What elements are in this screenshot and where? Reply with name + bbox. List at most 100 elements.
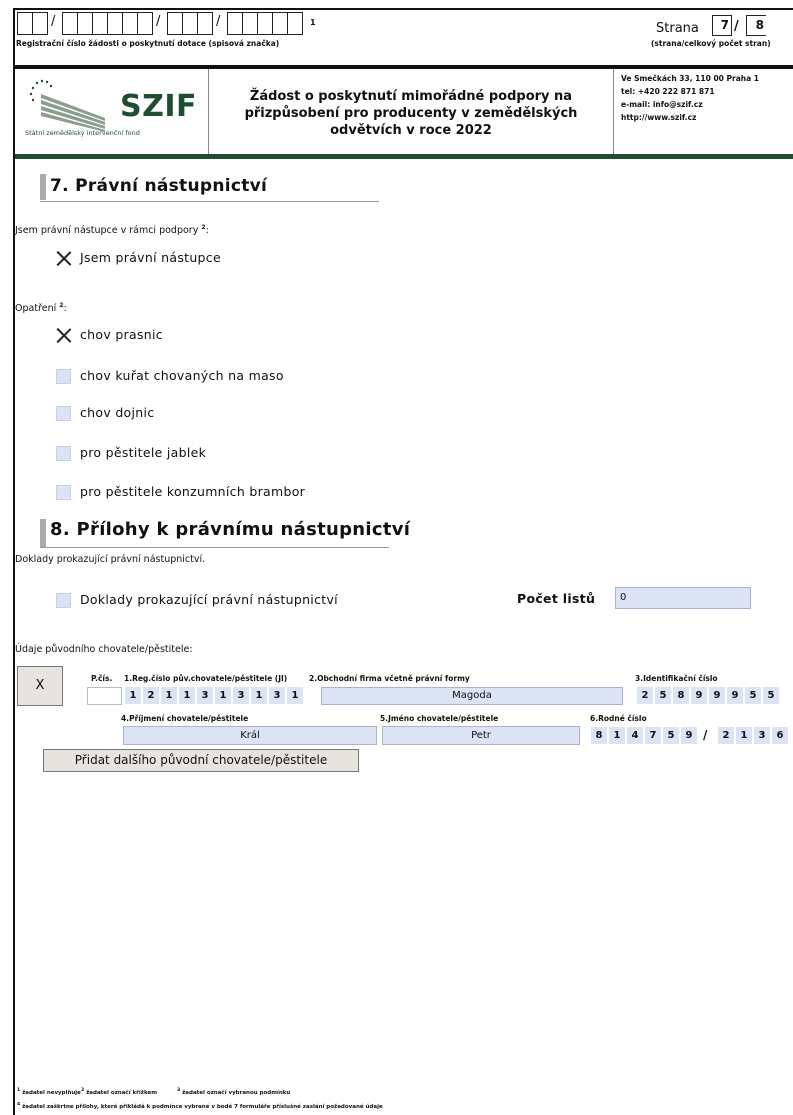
add-holder-button[interactable]: Přidat dalšího původní chovatele/pěstite… (43, 749, 359, 772)
ic-digit[interactable]: 9 (709, 687, 726, 704)
section7-q1-label: Jsem právní nástupce v rámci podpory 2: (15, 224, 209, 236)
reg-separator: / (156, 14, 161, 29)
reg-box[interactable] (242, 12, 258, 35)
checkbox-legal-successor[interactable] (56, 251, 71, 266)
contact-web[interactable]: http://www.szif.cz (621, 111, 759, 124)
footnote-3: 3 žadatel označí vybranou podmínku (177, 1088, 290, 1096)
reg-digit[interactable]: 3 (269, 687, 286, 704)
section7-bar (40, 174, 46, 200)
reg-box[interactable] (287, 12, 303, 35)
contact-tel: tel: +420 222 871 871 (621, 87, 715, 96)
reg-box[interactable] (197, 12, 213, 35)
ic-digit[interactable]: 2 (637, 687, 654, 704)
form-title-line: Žádost o poskytnutí mimořádné podpory na (249, 89, 573, 104)
rc-digit[interactable]: 2 (718, 727, 735, 744)
col-rc-label: 6.Rodné číslo (590, 714, 647, 723)
rc-digit[interactable]: 8 (591, 727, 608, 744)
header-green-divider (15, 154, 793, 159)
reg-digit[interactable]: 1 (125, 687, 142, 704)
reg-digit[interactable]: 1 (251, 687, 268, 704)
footnote-2: 2 žadatel označí křížkem (81, 1088, 157, 1096)
page-count-label: (strana/celkový počet stran) (651, 39, 771, 48)
rc-digit[interactable]: 3 (754, 727, 771, 744)
checkbox-measure-broilers[interactable] (56, 369, 71, 384)
reg-box[interactable] (122, 12, 138, 35)
reg-digit[interactable]: 2 (143, 687, 160, 704)
col-firm-label: 2.Obchodní firma včetně právní formy (309, 674, 470, 683)
footnote-text: žadatel označí vybranou podmínku (182, 1089, 291, 1096)
original-holder-heading: Údaje původního chovatele/pěstitele: (15, 644, 193, 655)
reg-digit[interactable]: 1 (161, 687, 178, 704)
reg-digit[interactable]: 3 (233, 687, 250, 704)
page-slash: / (734, 19, 739, 34)
rc-digit[interactable]: 9 (681, 727, 698, 744)
ic-digit[interactable]: 5 (745, 687, 762, 704)
section8-underline (40, 547, 389, 548)
ic-digit[interactable]: 9 (691, 687, 708, 704)
checkbox-measure-potatoes[interactable] (56, 485, 71, 500)
reg-box[interactable] (137, 12, 153, 35)
section7-underline (40, 201, 379, 202)
reg-digit[interactable]: 1 (179, 687, 196, 704)
section8-bar (40, 519, 46, 547)
ic-digit[interactable]: 9 (727, 687, 744, 704)
footnote-number: 3 (177, 1088, 181, 1093)
reg-box[interactable] (257, 12, 273, 35)
contact-address: Ve Smečkách 33, 110 00 Praha 1 (621, 74, 759, 83)
reg-digit[interactable]: 1 (215, 687, 232, 704)
page-current: 7 (712, 15, 732, 36)
reg-digit[interactable]: 1 (287, 687, 304, 704)
szif-logo-subtitle: Státní zemědělský intervenční fond (25, 129, 140, 137)
reg-box[interactable] (62, 12, 78, 35)
surname-field[interactable]: Král (123, 726, 377, 745)
sheet-count-input[interactable]: 0 (615, 587, 751, 609)
footnote-number: 4 (17, 1102, 21, 1107)
rc-digit[interactable]: 7 (645, 727, 662, 744)
ic-digit[interactable]: 5 (655, 687, 672, 704)
remove-holder-button[interactable]: X (17, 666, 63, 706)
szif-logo-text: SZIF (120, 89, 198, 124)
firm-field[interactable]: Magoda (321, 687, 623, 705)
reg-box[interactable] (107, 12, 123, 35)
contact-block: Ve Smečkách 33, 110 00 Praha 1 tel: +420… (621, 72, 759, 124)
checkbox-documents[interactable] (56, 593, 71, 608)
col-reg-label: 1.Reg.číslo pův.chovatele/pěstitele (JI) (124, 674, 288, 683)
footnote-text: žadatel nevyplňuje (22, 1089, 81, 1096)
szif-logo: SZIF Státní zemědělský intervenční fond (25, 74, 215, 150)
option-measure-label: chov prasnic (80, 327, 163, 342)
rc-digit[interactable]: 6 (772, 727, 789, 744)
reg-box[interactable] (227, 12, 243, 35)
ic-digit[interactable]: 8 (673, 687, 690, 704)
sheet-count-label: Počet listů (517, 591, 596, 606)
reg-separator: / (51, 14, 56, 29)
reg-box[interactable] (167, 12, 183, 35)
first-name-field[interactable]: Petr (382, 726, 580, 745)
option-measure-label: pro pěstitele jablek (80, 445, 207, 460)
pcis-field[interactable] (87, 687, 122, 705)
reg-box[interactable] (92, 12, 108, 35)
form-title-line: přizpůsobení pro producenty v zemědělský… (244, 106, 578, 121)
rc-digit[interactable]: 1 (736, 727, 753, 744)
option-measure-label: chov dojnic (80, 405, 155, 420)
col-pcis-label: P.čís. (91, 674, 113, 683)
footnote-number: 1 (17, 1088, 21, 1093)
checkbox-measure-sows[interactable] (56, 328, 71, 343)
footnote-4: 4 žadatel zaškrtne přílohy, které přiklá… (17, 1102, 457, 1110)
reg-box[interactable] (77, 12, 93, 35)
contact-email[interactable]: e-mail: info@szif.cz (621, 98, 759, 111)
rc-digit[interactable]: 5 (663, 727, 680, 744)
rc-digit[interactable]: 1 (609, 727, 626, 744)
reg-box[interactable] (17, 12, 33, 35)
reg-box[interactable] (272, 12, 288, 35)
rc-digit[interactable]: 4 (627, 727, 644, 744)
checkbox-measure-apples[interactable] (56, 446, 71, 461)
ic-digit[interactable]: 5 (763, 687, 780, 704)
col-name-label: 5.Jméno chovatele/pěstitele (380, 714, 499, 723)
reg-digit[interactable]: 3 (197, 687, 214, 704)
section8-subtitle: Doklady prokazující právní nástupnictví. (15, 554, 206, 565)
reg-box[interactable] (32, 12, 48, 35)
footnote-text: žadatel označí křížkem (86, 1089, 157, 1096)
checkbox-measure-dairy[interactable] (56, 406, 71, 421)
reg-box[interactable] (182, 12, 198, 35)
section8-title: 8. Přílohy k právnímu nástupnictví (50, 519, 411, 540)
